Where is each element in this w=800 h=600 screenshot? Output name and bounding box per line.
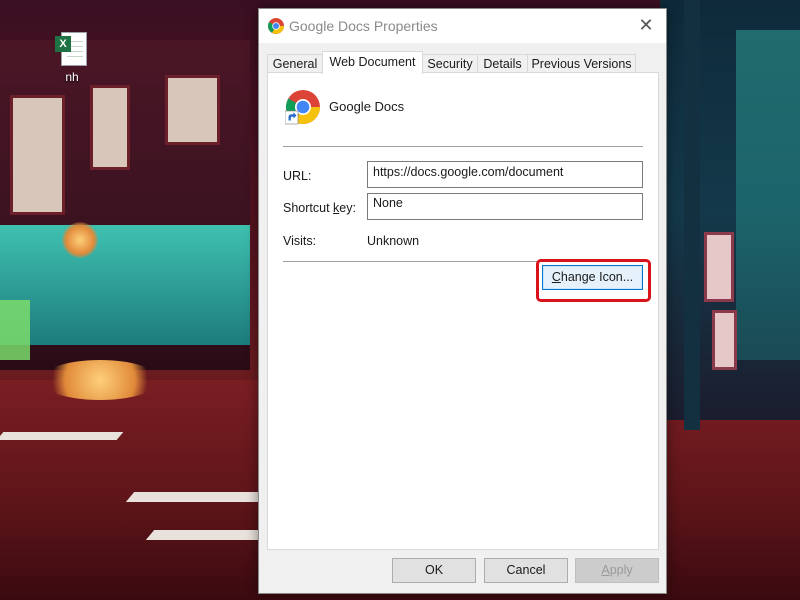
properties-dialog: Google Docs Properties ✕ General Web Doc… xyxy=(258,8,667,594)
apply-label: pply xyxy=(609,563,633,577)
url-field[interactable]: https://docs.google.com/document xyxy=(367,161,643,188)
apply-accel: A xyxy=(601,563,610,577)
dialog-titlebar[interactable]: Google Docs Properties ✕ xyxy=(259,9,666,43)
chrome-icon xyxy=(268,18,284,34)
wallpaper-sign xyxy=(10,95,65,215)
dialog-title: Google Docs Properties xyxy=(289,18,438,34)
shortcut-key-label-text: Shortcut xyxy=(283,201,334,215)
chrome-icon xyxy=(285,90,320,125)
desktop-file-label: nh xyxy=(65,70,79,84)
change-icon-label: hange Icon... xyxy=(560,270,634,284)
excel-file-icon: X xyxy=(55,32,89,68)
wallpaper-sign xyxy=(712,310,737,370)
tab-security[interactable]: Security xyxy=(422,54,478,73)
wallpaper-pole xyxy=(684,0,700,430)
shortcut-key-label-text: ey: xyxy=(339,201,356,215)
wallpaper-neon-window xyxy=(0,225,250,345)
app-name: Google Docs xyxy=(329,99,405,114)
wallpaper-sign xyxy=(704,232,734,302)
wallpaper-sign xyxy=(165,75,220,145)
wallpaper-neon-window xyxy=(736,30,800,360)
excel-badge: X xyxy=(55,36,71,52)
ok-button[interactable]: OK xyxy=(392,558,476,583)
tab-general[interactable]: General xyxy=(267,54,323,73)
separator xyxy=(283,146,643,147)
url-label: URL: xyxy=(283,169,312,183)
tab-details[interactable]: Details xyxy=(477,54,528,73)
apply-button[interactable]: Apply xyxy=(575,558,659,583)
close-icon: ✕ xyxy=(638,15,654,35)
cancel-button[interactable]: Cancel xyxy=(484,558,568,583)
change-icon-accel: C xyxy=(551,270,561,284)
visits-label: Visits: xyxy=(283,234,317,248)
close-button[interactable]: ✕ xyxy=(626,9,666,43)
shortcut-key-field[interactable]: None xyxy=(367,193,643,220)
wallpaper-road-stripe xyxy=(0,432,124,440)
desktop-file-icon[interactable]: X nh xyxy=(48,32,96,84)
wallpaper-neon-window xyxy=(0,300,30,360)
change-icon-button[interactable]: Change Icon... xyxy=(542,265,643,290)
web-document-panel: Google Docs URL: https://docs.google.com… xyxy=(267,72,659,550)
visits-value: Unknown xyxy=(367,234,420,248)
wallpaper-lamp-glow xyxy=(40,360,160,400)
wallpaper-sign xyxy=(90,85,130,170)
tab-previous-versions[interactable]: Previous Versions xyxy=(527,54,636,73)
tab-web-document[interactable]: Web Document xyxy=(322,51,423,74)
shortcut-key-label: Shortcut key: xyxy=(283,201,356,215)
wallpaper-lamp xyxy=(62,222,98,258)
